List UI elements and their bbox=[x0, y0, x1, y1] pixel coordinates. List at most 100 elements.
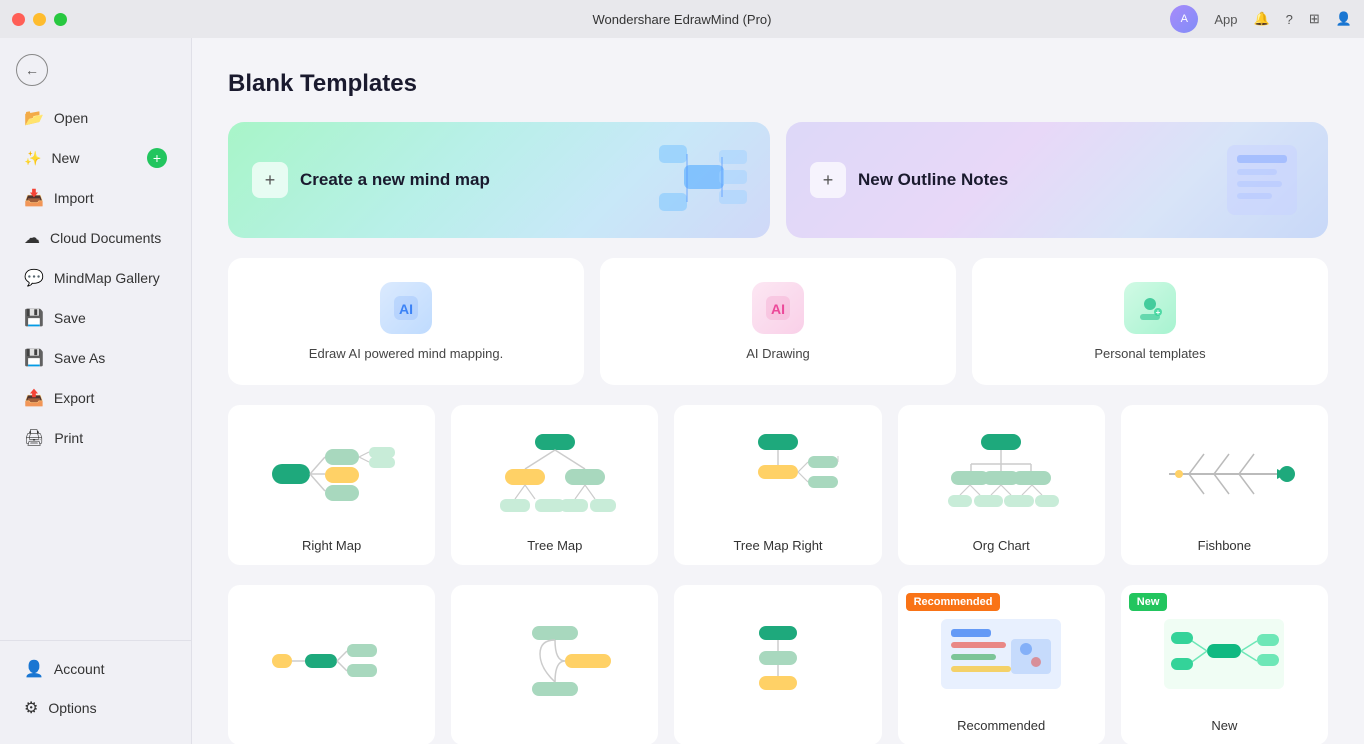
minimize-window-button[interactable] bbox=[33, 13, 46, 26]
sidebar-label-account: Account bbox=[54, 661, 105, 677]
template-bottom-1[interactable] bbox=[228, 585, 435, 744]
sidebar-item-print[interactable]: 🖨 Print bbox=[8, 419, 183, 457]
import-icon: 📥 bbox=[24, 188, 44, 208]
maximize-window-button[interactable] bbox=[54, 13, 67, 26]
bottom-2-preview bbox=[463, 601, 646, 721]
sidebar-label-export: Export bbox=[54, 390, 94, 406]
close-window-button[interactable] bbox=[12, 13, 25, 26]
cloud-icon: ☁ bbox=[24, 228, 40, 248]
template-org-chart[interactable]: Org Chart bbox=[898, 405, 1105, 565]
recommended-label: Recommended bbox=[957, 718, 1045, 733]
sidebar-item-saveas[interactable]: 💾 Save As bbox=[8, 339, 183, 377]
sidebar-bottom: 👤 Account ⚙ Options bbox=[0, 640, 191, 736]
recommended-badge: Recommended bbox=[906, 593, 1001, 611]
sidebar-item-gallery[interactable]: 💬 MindMap Gallery bbox=[8, 259, 183, 297]
new-outline-card[interactable]: + New Outline Notes bbox=[786, 122, 1328, 238]
recommended-preview bbox=[910, 601, 1093, 706]
new-badge: New bbox=[1129, 593, 1168, 611]
sidebar-label-saveas: Save As bbox=[54, 350, 105, 366]
tree-map-preview bbox=[463, 421, 646, 526]
tree-map-right-preview bbox=[686, 421, 869, 526]
create-mind-map-card[interactable]: + Create a new mind map bbox=[228, 122, 770, 238]
sidebar-label-print: Print bbox=[54, 430, 83, 446]
sidebar-label-import: Import bbox=[54, 190, 94, 206]
page-title: Blank Templates bbox=[228, 70, 1328, 98]
new-outline-label: New Outline Notes bbox=[858, 170, 1008, 190]
app-button[interactable]: App bbox=[1214, 12, 1237, 27]
ai-mindmap-card[interactable]: AI Edraw AI powered mind mapping. bbox=[228, 258, 584, 385]
sidebar-item-new[interactable]: ✨ New + bbox=[8, 139, 183, 177]
outline-plus-icon: + bbox=[810, 162, 846, 198]
ai-drawing-label: AI Drawing bbox=[746, 346, 810, 361]
fishbone-label: Fishbone bbox=[1198, 538, 1251, 553]
sidebar-item-import[interactable]: 📥 Import bbox=[8, 179, 183, 217]
save-icon: 💾 bbox=[24, 308, 44, 328]
ai-drawing-card[interactable]: AI AI Drawing bbox=[600, 258, 956, 385]
sidebar-label-save: Save bbox=[54, 310, 86, 326]
titlebar-actions: A App 🔔 ? ⊞ 👤 bbox=[1170, 5, 1352, 33]
personal-templates-label: Personal templates bbox=[1094, 346, 1205, 361]
back-button[interactable]: ← bbox=[16, 54, 48, 86]
main-content: Blank Templates + Create a new mind map bbox=[192, 38, 1364, 744]
avatar-initial: A bbox=[1181, 13, 1188, 25]
create-mind-map-label: Create a new mind map bbox=[300, 170, 490, 190]
template-tree-map[interactable]: Tree Map bbox=[451, 405, 658, 565]
template-right-map[interactable]: Right Map bbox=[228, 405, 435, 565]
personal-templates-icon: + bbox=[1124, 282, 1176, 334]
saveas-icon: 💾 bbox=[24, 348, 44, 368]
ai-mindmap-icon: AI bbox=[380, 282, 432, 334]
ai-mindmap-label: Edraw AI powered mind mapping. bbox=[309, 346, 503, 361]
hero-row: + Create a new mind map bbox=[228, 122, 1328, 238]
ai-drawing-icon: AI bbox=[752, 282, 804, 334]
template-bottom-2[interactable] bbox=[451, 585, 658, 744]
svg-text:+: + bbox=[1156, 308, 1161, 317]
right-map-preview bbox=[240, 421, 423, 526]
bottom-3-preview bbox=[686, 601, 869, 721]
bottom-1-preview bbox=[240, 601, 423, 721]
sidebar: ← 📂 Open ✨ New + 📥 Import ☁ Cloud Docume… bbox=[0, 38, 192, 744]
window-controls bbox=[12, 13, 67, 26]
open-icon: 📂 bbox=[24, 108, 44, 128]
sidebar-label-open: Open bbox=[54, 110, 88, 126]
create-plus-icon: + bbox=[252, 162, 288, 198]
new-plus-button[interactable]: + bbox=[147, 148, 167, 168]
sidebar-label-new: New bbox=[51, 150, 79, 166]
tree-map-label: Tree Map bbox=[527, 538, 582, 553]
fishbone-preview bbox=[1133, 421, 1316, 526]
sidebar-item-options[interactable]: ⚙ Options bbox=[8, 689, 183, 727]
print-icon: 🖨 bbox=[24, 428, 44, 448]
app-body: ← 📂 Open ✨ New + 📥 Import ☁ Cloud Docume… bbox=[0, 38, 1364, 744]
bottom-row: Recommended Recommended bbox=[228, 585, 1328, 744]
template-recommended[interactable]: Recommended Recommended bbox=[898, 585, 1105, 744]
template-bottom-3[interactable] bbox=[674, 585, 881, 744]
hero-illustration-right bbox=[1192, 122, 1312, 238]
template-new[interactable]: New New bbox=[1121, 585, 1328, 744]
options-icon: ⚙ bbox=[24, 698, 38, 718]
help-icon[interactable]: ? bbox=[1286, 12, 1293, 27]
template-tree-map-right[interactable]: Tree Map Right bbox=[674, 405, 881, 565]
sidebar-item-open[interactable]: 📂 Open bbox=[8, 99, 183, 137]
notification-icon[interactable]: 🔔 bbox=[1253, 11, 1269, 27]
sidebar-item-account[interactable]: 👤 Account bbox=[8, 650, 183, 688]
new-preview bbox=[1133, 601, 1316, 706]
org-chart-label: Org Chart bbox=[973, 538, 1030, 553]
feature-row: AI Edraw AI powered mind mapping. AI AI … bbox=[228, 258, 1328, 385]
personal-templates-card[interactable]: + Personal templates bbox=[972, 258, 1328, 385]
app-title: Wondershare EdrawMind (Pro) bbox=[593, 12, 772, 27]
grid-icon[interactable]: ⊞ bbox=[1309, 11, 1320, 27]
template-fishbone[interactable]: Fishbone bbox=[1121, 405, 1328, 565]
titlebar: Wondershare EdrawMind (Pro) A App 🔔 ? ⊞ … bbox=[0, 0, 1364, 38]
right-map-label: Right Map bbox=[302, 538, 361, 553]
sidebar-label-options: Options bbox=[48, 700, 96, 716]
sidebar-label-gallery: MindMap Gallery bbox=[54, 270, 160, 286]
gallery-icon: 💬 bbox=[24, 268, 44, 288]
sidebar-item-cloud[interactable]: ☁ Cloud Documents bbox=[8, 219, 183, 257]
new-label: New bbox=[1211, 718, 1237, 733]
hero-illustration-left bbox=[634, 122, 754, 238]
template-grid: Right Map bbox=[228, 405, 1328, 565]
sidebar-item-save[interactable]: 💾 Save bbox=[8, 299, 183, 337]
user-icon[interactable]: 👤 bbox=[1336, 11, 1352, 27]
sidebar-item-export[interactable]: 📤 Export bbox=[8, 379, 183, 417]
sidebar-spacer bbox=[0, 458, 191, 640]
user-avatar[interactable]: A bbox=[1170, 5, 1198, 33]
